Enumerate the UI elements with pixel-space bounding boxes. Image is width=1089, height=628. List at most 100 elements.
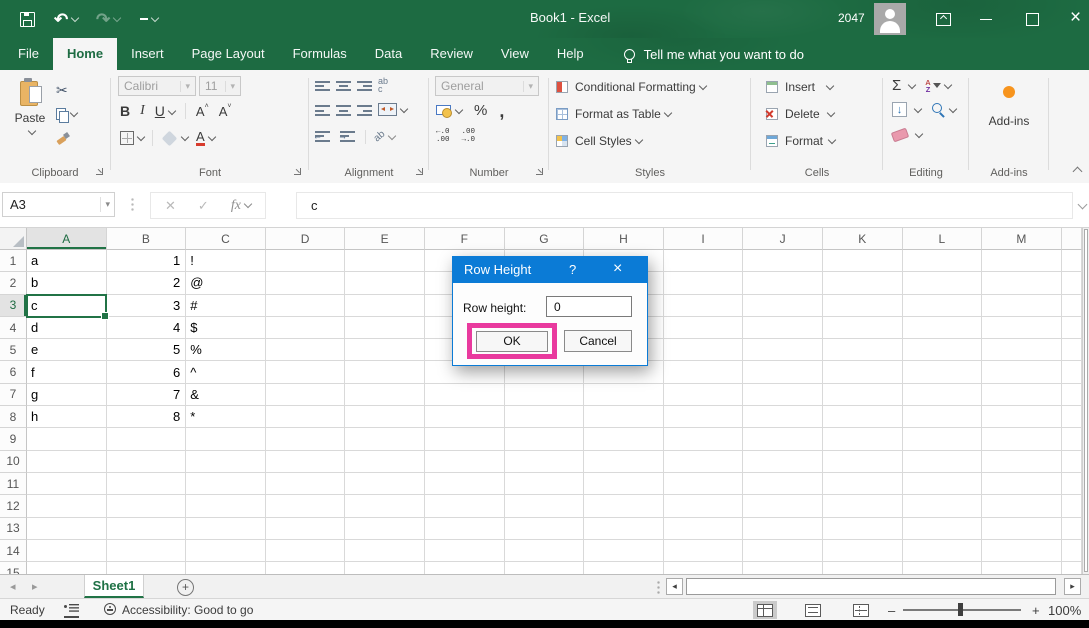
column-header-G[interactable]: G: [505, 228, 585, 250]
cell-K15[interactable]: [823, 562, 903, 574]
cell-partial-3[interactable]: [1062, 295, 1082, 317]
cell-L3[interactable]: [903, 295, 983, 317]
cell-J3[interactable]: [743, 295, 823, 317]
cell-M1[interactable]: [982, 250, 1062, 272]
align-right-button[interactable]: [357, 103, 372, 116]
column-header-I[interactable]: I: [664, 228, 744, 250]
row-header-7[interactable]: 7: [0, 384, 27, 406]
splitter-handle[interactable]: [657, 580, 660, 594]
cell-partial-9[interactable]: [1062, 428, 1082, 450]
cut-button[interactable]: ✂: [56, 78, 102, 102]
cell-styles-button[interactable]: Cell Styles: [556, 130, 642, 152]
row-header-13[interactable]: 13: [0, 518, 27, 540]
column-header-C[interactable]: C: [186, 228, 266, 250]
cell-C3[interactable]: #: [186, 295, 266, 317]
cell-B4[interactable]: 4: [107, 317, 187, 339]
cell-H8[interactable]: [584, 406, 664, 428]
cell-J14[interactable]: [743, 540, 823, 562]
vertical-scrollbar[interactable]: [1082, 228, 1089, 574]
cell-D3[interactable]: [266, 295, 346, 317]
cell-I13[interactable]: [664, 518, 744, 540]
normal-view-button[interactable]: [753, 601, 777, 619]
column-header-M[interactable]: M: [982, 228, 1062, 250]
cell-J5[interactable]: [743, 339, 823, 361]
cell-I3[interactable]: [664, 295, 744, 317]
tab-home[interactable]: Home: [53, 38, 117, 70]
ribbon-display-options-icon[interactable]: [936, 13, 951, 26]
cell-J9[interactable]: [743, 428, 823, 450]
font-color-button[interactable]: A: [196, 130, 215, 146]
cell-partial-15[interactable]: [1062, 562, 1082, 574]
cell-E10[interactable]: [345, 451, 425, 473]
align-left-button[interactable]: [315, 103, 330, 116]
row-header-14[interactable]: 14: [0, 540, 27, 562]
format-as-table-button[interactable]: Format as Table: [556, 103, 671, 125]
cell-A11[interactable]: [27, 473, 107, 495]
underline-button[interactable]: U: [155, 103, 175, 119]
cell-B1[interactable]: 1: [107, 250, 187, 272]
cell-I5[interactable]: [664, 339, 744, 361]
cell-I10[interactable]: [664, 451, 744, 473]
cell-K7[interactable]: [823, 384, 903, 406]
cell-D9[interactable]: [266, 428, 346, 450]
cell-C4[interactable]: $: [186, 317, 266, 339]
cell-M3[interactable]: [982, 295, 1062, 317]
cell-D12[interactable]: [266, 495, 346, 517]
cell-partial-12[interactable]: [1062, 495, 1082, 517]
cell-H7[interactable]: [584, 384, 664, 406]
vertical-scrollbar-thumb[interactable]: [1084, 229, 1088, 572]
cell-J4[interactable]: [743, 317, 823, 339]
insert-function-icon[interactable]: fx: [231, 197, 251, 214]
tab-data[interactable]: Data: [361, 38, 416, 70]
cell-L2[interactable]: [903, 272, 983, 294]
column-header-B[interactable]: B: [107, 228, 187, 250]
row-header-10[interactable]: 10: [0, 451, 27, 473]
maximize-icon[interactable]: [1026, 13, 1039, 26]
cell-J11[interactable]: [743, 473, 823, 495]
cell-I7[interactable]: [664, 384, 744, 406]
cell-E4[interactable]: [345, 317, 425, 339]
close-icon[interactable]: ×: [1070, 7, 1081, 29]
macro-record-icon[interactable]: [64, 604, 79, 618]
horizontal-scrollbar-thumb[interactable]: [686, 578, 1056, 595]
cell-K5[interactable]: [823, 339, 903, 361]
cell-J12[interactable]: [743, 495, 823, 517]
cell-partial-14[interactable]: [1062, 540, 1082, 562]
cell-G8[interactable]: [505, 406, 585, 428]
addins-button[interactable]: [970, 86, 1048, 98]
cell-C12[interactable]: [186, 495, 266, 517]
borders-button[interactable]: [120, 131, 144, 145]
column-header-J[interactable]: J: [743, 228, 823, 250]
fill-button[interactable]: ↓: [892, 102, 907, 117]
select-all-corner[interactable]: [0, 228, 27, 250]
cell-E9[interactable]: [345, 428, 425, 450]
cell-H10[interactable]: [584, 451, 664, 473]
sheet-nav-right-icon[interactable]: ▸: [32, 580, 38, 593]
dialog-help-icon[interactable]: ?: [569, 262, 576, 277]
cell-E1[interactable]: [345, 250, 425, 272]
tab-file[interactable]: File: [4, 38, 53, 70]
row-header-4[interactable]: 4: [0, 317, 27, 339]
row-header-15[interactable]: 15: [0, 562, 27, 574]
cell-C11[interactable]: [186, 473, 266, 495]
format-cells-button[interactable]: Format: [766, 130, 835, 152]
cell-B11[interactable]: [107, 473, 187, 495]
column-header-D[interactable]: D: [266, 228, 346, 250]
cell-I8[interactable]: [664, 406, 744, 428]
cell-G12[interactable]: [505, 495, 585, 517]
fill-handle[interactable]: [101, 312, 109, 320]
cell-D7[interactable]: [266, 384, 346, 406]
cell-L5[interactable]: [903, 339, 983, 361]
row-header-3[interactable]: 3: [0, 295, 27, 317]
cell-D15[interactable]: [266, 562, 346, 574]
cell-F11[interactable]: [425, 473, 505, 495]
cell-E11[interactable]: [345, 473, 425, 495]
cell-I1[interactable]: [664, 250, 744, 272]
cell-partial-7[interactable]: [1062, 384, 1082, 406]
cell-E12[interactable]: [345, 495, 425, 517]
cell-C2[interactable]: @: [186, 272, 266, 294]
row-height-input[interactable]: 0: [546, 296, 632, 317]
save-icon[interactable]: [20, 0, 35, 38]
cell-K6[interactable]: [823, 361, 903, 383]
cell-B6[interactable]: 6: [107, 361, 187, 383]
